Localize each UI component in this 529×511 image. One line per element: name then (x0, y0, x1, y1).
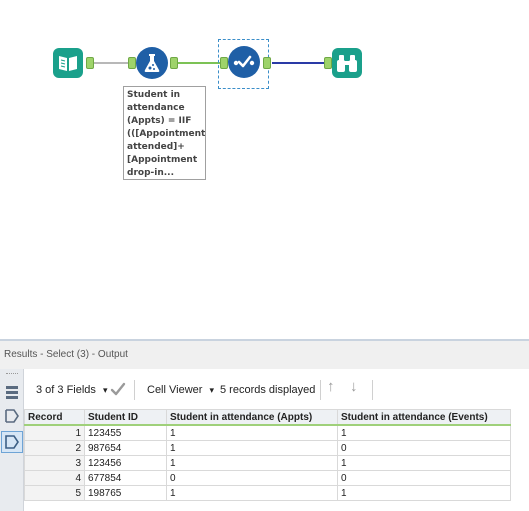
record-number-cell[interactable]: 5 (24, 485, 85, 501)
formula-output-anchor[interactable] (170, 57, 178, 69)
connection-formula-select (176, 62, 222, 64)
formula-tool[interactable] (136, 47, 168, 79)
results-left-rail (0, 369, 24, 511)
record-number-cell[interactable]: 2 (24, 440, 85, 456)
table-row[interactable]: 1 123455 1 1 (24, 424, 511, 441)
select-tool[interactable] (228, 46, 260, 78)
table-row[interactable]: 5 198765 1 1 (24, 485, 511, 501)
attendance-appts-cell[interactable]: 0 (166, 470, 338, 486)
results-toolbar: 3 of 3 Fields ▾ Cell Viewer ▾ 5 records … (24, 369, 529, 409)
scroll-up-arrow-icon[interactable]: ↑ (327, 379, 335, 394)
fields-selector[interactable]: 3 of 3 Fields ▾ (36, 383, 108, 397)
formula-annotation: Student in attendance (Appts) = IIF (([A… (123, 86, 206, 180)
input-output-anchor[interactable] (86, 57, 94, 69)
toolbar-divider (320, 380, 321, 400)
attendance-events-cell[interactable]: 1 (337, 455, 511, 471)
toolbar-divider (134, 380, 135, 400)
student-id-cell[interactable]: 677854 (84, 470, 167, 486)
binoculars-icon (337, 55, 357, 72)
results-pane: 3 of 3 Fields ▾ Cell Viewer ▾ 5 records … (0, 369, 529, 511)
attendance-appts-cell[interactable]: 1 (166, 440, 338, 456)
results-grid-container: Record Student ID Student in attendance … (24, 409, 529, 511)
column-header[interactable]: Student in attendance (Events) (337, 409, 511, 426)
connection-input-formula (93, 62, 133, 64)
record-number-cell[interactable]: 4 (24, 470, 85, 486)
record-number-cell[interactable]: 3 (24, 455, 85, 471)
apply-check-icon[interactable] (110, 381, 126, 401)
table-row[interactable]: 3 123456 1 1 (24, 455, 511, 471)
attendance-events-cell[interactable]: 0 (337, 470, 511, 486)
input-data-tool[interactable] (53, 48, 83, 78)
fields-dropdown-arrow-icon: ▾ (102, 385, 108, 395)
workflow-canvas[interactable]: Student in attendance (Appts) = IIF (([A… (0, 0, 529, 340)
attendance-appts-cell[interactable]: 1 (166, 455, 338, 471)
metadata-view-icon[interactable] (3, 407, 21, 425)
viewer-dropdown-arrow-icon: ▾ (209, 385, 215, 395)
column-header[interactable]: Record (24, 409, 85, 426)
results-title-bar: Results - Select (3) - Output (0, 341, 529, 369)
select-output-anchor[interactable] (263, 57, 271, 69)
fields-label: 3 of 3 Fields (36, 384, 96, 396)
select-input-anchor[interactable] (220, 57, 228, 69)
table-row[interactable]: 4 677854 0 0 (24, 470, 511, 486)
table-row[interactable]: 2 987654 1 0 (24, 440, 511, 456)
connection-select-browse (272, 62, 328, 64)
results-grid[interactable]: Record Student ID Student in attendance … (24, 409, 511, 501)
attendance-appts-cell[interactable]: 1 (166, 485, 338, 501)
table-view-icon[interactable] (3, 383, 21, 401)
browse-tool[interactable] (332, 48, 362, 78)
student-id-cell[interactable]: 123455 (84, 424, 167, 441)
grid-header-row: Record Student ID Student in attendance … (24, 409, 511, 426)
scroll-down-arrow-icon[interactable]: ↓ (350, 379, 358, 394)
attendance-events-cell[interactable]: 1 (337, 424, 511, 441)
attendance-appts-cell[interactable]: 1 (166, 424, 338, 441)
toolbar-divider (372, 380, 373, 400)
record-number-cell[interactable]: 1 (24, 424, 85, 441)
student-id-cell[interactable]: 987654 (84, 440, 167, 456)
records-count: 5 records displayed (220, 384, 316, 396)
cell-viewer-selector[interactable]: Cell Viewer ▾ (147, 383, 214, 397)
book-icon (59, 56, 77, 71)
rail-grip[interactable] (6, 373, 18, 376)
formula-input-anchor[interactable] (128, 57, 136, 69)
student-id-cell[interactable]: 198765 (84, 485, 167, 501)
flask-icon (144, 54, 160, 72)
output-tag-icon[interactable] (1, 431, 23, 453)
cell-viewer-label: Cell Viewer (147, 384, 203, 396)
results-title: Results - Select (3) - Output (4, 349, 128, 360)
column-header[interactable]: Student in attendance (Appts) (166, 409, 338, 426)
student-id-cell[interactable]: 123456 (84, 455, 167, 471)
attendance-events-cell[interactable]: 1 (337, 485, 511, 501)
attendance-events-cell[interactable]: 0 (337, 440, 511, 456)
column-header[interactable]: Student ID (84, 409, 167, 426)
browse-input-anchor[interactable] (324, 57, 332, 69)
checkmark-path-icon (233, 55, 255, 68)
